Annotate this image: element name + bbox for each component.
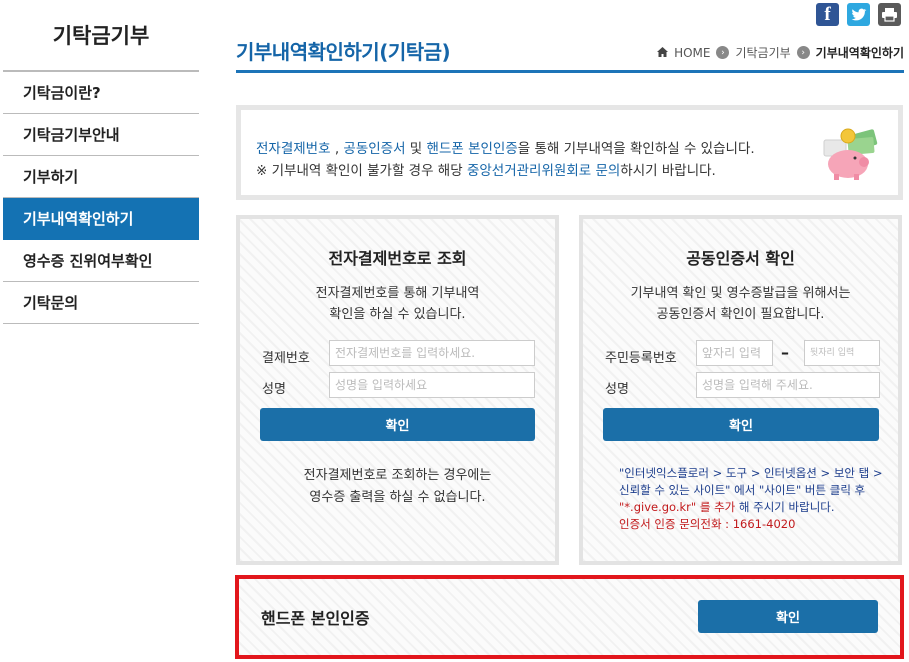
- info-sep: 및: [405, 141, 427, 157]
- resident-number-back-input[interactable]: [804, 340, 880, 366]
- breadcrumb-home[interactable]: HOME: [674, 46, 710, 60]
- breadcrumb-current: 기부내역확인하기: [815, 46, 904, 60]
- cert-panel-desc: 기부내역 확인 및 영수증발급을 위해서는 공동인증서 확인이 필요합니다.: [583, 283, 898, 325]
- payment-panel-title: 전자결제번호로 조회: [328, 249, 467, 268]
- payment-note-line2: 영수증 출력을 하실 수 없습니다.: [309, 490, 486, 505]
- certificate-panel: 공동인증서 확인 기부내역 확인 및 영수증발급을 위해서는 공동인증서 확인이…: [579, 215, 902, 565]
- sidebar-item-donate[interactable]: 기부하기: [3, 156, 199, 198]
- page-header: 기부내역확인하기(기탁금) HOME › 기탁금기부 › 기부내역확인하기: [236, 30, 904, 73]
- payment-name-label: 성명: [262, 382, 286, 397]
- info-sep: ,: [330, 141, 344, 157]
- print-icon[interactable]: [878, 3, 901, 26]
- phone-panel-title: 핸드폰 본인인증: [261, 609, 370, 628]
- cert-name-input[interactable]: [696, 372, 880, 398]
- resident-number-label: 주민등록번호: [605, 351, 677, 366]
- cert-help-line3-rest: 해 주시기 바랍니다.: [735, 500, 835, 514]
- cert-help-text: "인터넷익스플로러 > 도구 > 인터넷옵션 > 보안 탭 > 신뢰할 수 있는…: [619, 465, 883, 533]
- info-keyword-cert: 공동인증서: [343, 141, 406, 157]
- dash-separator: –: [781, 343, 789, 362]
- sidebar-item-history[interactable]: 기부내역확인하기: [3, 198, 199, 240]
- facebook-icon[interactable]: f: [816, 3, 839, 26]
- payment-panel-desc: 전자결제번호를 통해 기부내역 확인을 하실 수 있습니다.: [240, 283, 555, 325]
- chevron-right-icon: ›: [796, 46, 810, 59]
- sidebar-item-receipt-verify[interactable]: 영수증 진위여부확인: [3, 240, 199, 282]
- info-line1-rest: 을 통해 기부내역을 확인하실 수 있습니다.: [517, 141, 755, 157]
- cert-help-line2: 신뢰할 수 있는 사이트" 에서 "사이트" 버튼 클릭 후: [619, 483, 866, 497]
- cert-panel-title: 공동인증서 확인: [686, 249, 795, 268]
- info-line2-prefix: ※ 기부내역 확인이 불가할 경우 해당: [256, 163, 467, 179]
- resident-number-front-input[interactable]: [696, 340, 773, 366]
- cert-help-phone: 인증서 인증 문의전화 : 1661-4020: [619, 517, 796, 531]
- sidebar-item-guide[interactable]: 기탁금기부안내: [3, 114, 199, 156]
- payment-number-label: 결제번호: [262, 351, 310, 366]
- home-icon: [657, 46, 669, 60]
- page-title: 기부내역확인하기(기탁금): [236, 40, 451, 64]
- cert-help-line3: "*.give.go.kr" 를 추가 해 주시기 바랍니다.: [619, 499, 883, 516]
- piggy-bank-icon: [823, 128, 878, 180]
- twitter-icon[interactable]: [847, 3, 870, 26]
- phone-confirm-button[interactable]: 확인: [698, 600, 878, 633]
- cert-help-domain: "*.give.go.kr" 를 추가: [619, 500, 736, 514]
- info-line-1: 전자결제번호 , 공동인증서 및 핸드폰 본인인증을 통해 기부내역을 확인하실…: [256, 138, 755, 160]
- info-text: 전자결제번호 , 공동인증서 및 핸드폰 본인인증을 통해 기부내역을 확인하실…: [256, 138, 755, 182]
- sidebar-title: 기탁금기부: [3, 0, 199, 72]
- payment-note-line1: 전자결제번호로 조회하는 경우에는: [303, 468, 492, 483]
- info-line-2: ※ 기부내역 확인이 불가할 경우 해당 중앙선거관리위원회로 문의하시기 바랍…: [256, 160, 755, 182]
- sidebar: 기탁금기부 기탁금이란? 기탁금기부안내 기부하기 기부내역확인하기 영수증 진…: [3, 0, 199, 324]
- info-contact-link: 중앙선거관리위원회로 문의: [466, 163, 621, 179]
- cert-desc-line1: 기부내역 확인 및 영수증발급을 위해서는: [630, 286, 851, 301]
- cert-confirm-button[interactable]: 확인: [603, 408, 879, 441]
- info-keyword-phone: 핸드폰 본인인증: [426, 141, 518, 157]
- payment-desc-line2: 확인을 하실 수 있습니다.: [329, 307, 466, 322]
- info-keyword-payment: 전자결제번호: [256, 141, 331, 157]
- social-links: f: [816, 3, 901, 26]
- info-line2-suffix: 하시기 바랍니다.: [620, 163, 716, 179]
- facebook-icon-glyph: f: [824, 3, 831, 25]
- payment-number-panel: 전자결제번호로 조회 전자결제번호를 통해 기부내역 확인을 하실 수 있습니다…: [236, 215, 559, 565]
- breadcrumb: HOME › 기탁금기부 › 기부내역확인하기: [657, 44, 904, 61]
- info-box: 전자결제번호 , 공동인증서 및 핸드폰 본인인증을 통해 기부내역을 확인하실…: [236, 105, 903, 200]
- cert-name-label: 성명: [605, 382, 629, 397]
- payment-number-input[interactable]: [329, 340, 535, 366]
- chevron-right-icon: ›: [716, 46, 730, 59]
- payment-note: 전자결제번호로 조회하는 경우에는 영수증 출력을 하실 수 없습니다.: [240, 465, 555, 509]
- payment-confirm-button[interactable]: 확인: [260, 408, 535, 441]
- payment-desc-line1: 전자결제번호를 통해 기부내역: [315, 286, 480, 301]
- sidebar-item-about[interactable]: 기탁금이란?: [3, 72, 199, 114]
- cert-help-line1: "인터넷익스플로러 > 도구 > 인터넷옵션 > 보안 탭 >: [619, 466, 883, 480]
- breadcrumb-section[interactable]: 기탁금기부: [735, 44, 790, 61]
- cert-desc-line2: 공동인증서 확인이 필요합니다.: [656, 307, 825, 322]
- sidebar-item-inquiry[interactable]: 기탁문의: [3, 282, 199, 324]
- phone-verification-panel: 핸드폰 본인인증 확인: [235, 575, 904, 659]
- payment-name-input[interactable]: [329, 372, 535, 398]
